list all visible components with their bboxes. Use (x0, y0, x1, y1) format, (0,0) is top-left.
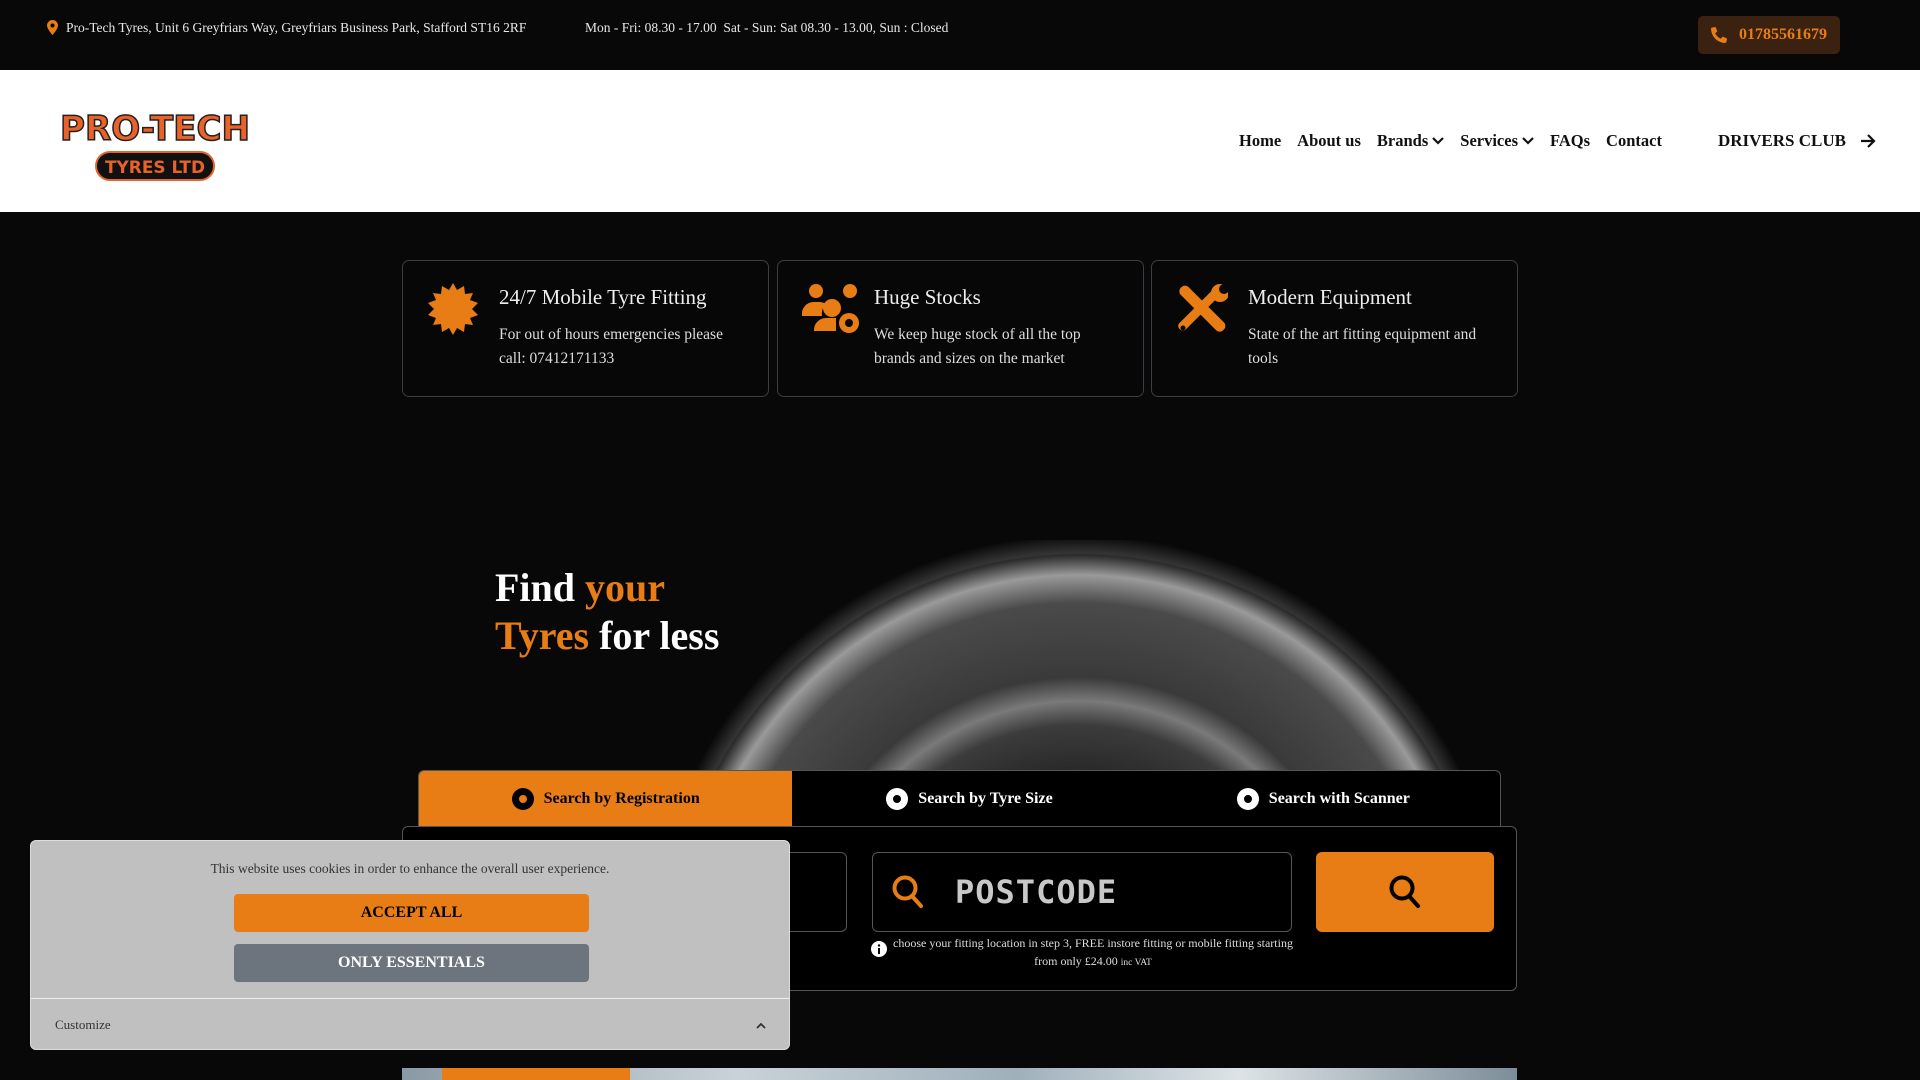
radio-selected-icon (511, 788, 534, 810)
svg-text:PRO-TECH: PRO-TECH (60, 109, 250, 149)
nav-about[interactable]: About us (1297, 131, 1361, 151)
drivers-club-link[interactable]: DRIVERS CLUB (1718, 131, 1876, 151)
search-icon (892, 875, 923, 908)
info-icon (871, 941, 887, 957)
feature-title: 24/7 Mobile Tyre Fitting (499, 285, 707, 309)
tools-icon (1178, 284, 1228, 332)
chevron-down-icon (1522, 137, 1534, 145)
tab-label: Search with Scanner (1268, 790, 1410, 807)
tab-tyre-size[interactable]: Search by Tyre Size (792, 771, 1146, 826)
company-logo[interactable]: PRO-TECH TYRES LTD (58, 106, 252, 182)
hero-word: for less (599, 613, 720, 658)
feature-title: Huge Stocks (874, 285, 981, 309)
top-bar: Pro-Tech Tyres, Unit 6 Greyfriars Way, G… (0, 0, 1920, 70)
feature-text: For out of hours emergencies please call… (499, 326, 723, 367)
badge-icon (428, 283, 478, 335)
nav-brands[interactable]: Brands (1376, 131, 1445, 151)
accept-all-button[interactable]: ACCEPT ALL (234, 894, 589, 932)
drivers-club-label: DRIVERS CLUB (1717, 131, 1846, 150)
hero-word-accent: Tyres (495, 613, 590, 658)
hero-word: Find (495, 565, 576, 610)
header: PRO-TECH TYRES LTD Home About us Brands … (0, 70, 1920, 212)
phone-number: 01785561679 (1739, 26, 1827, 43)
only-essentials-button[interactable]: ONLY ESSENTIALS (234, 944, 589, 982)
svg-text:TYRES LTD: TYRES LTD (105, 158, 205, 178)
hero-heading: Find your Tyres for less (495, 564, 719, 660)
nav-services[interactable]: Services (1460, 131, 1534, 151)
search-tabs: Search by Registration Search by Tyre Si… (418, 770, 1501, 826)
radio-icon (1236, 788, 1259, 810)
hero-word-accent: your (585, 565, 666, 610)
customize-toggle[interactable]: Customize (31, 998, 789, 1050)
tab-registration[interactable]: Search by Registration (419, 771, 793, 826)
nav-contact[interactable]: Contact (1606, 131, 1662, 151)
address-text: Pro-Tech Tyres, Unit 6 Greyfriars Way, G… (66, 20, 527, 35)
tab-scanner[interactable]: Search with Scanner (1147, 771, 1500, 826)
customize-label: Customize (55, 1016, 111, 1032)
radio-icon (886, 788, 909, 810)
cookie-banner: This website uses cookies in order to en… (30, 840, 790, 1050)
nav-brands-label: Brands (1376, 131, 1429, 150)
map-pin-icon (47, 20, 58, 35)
phone-icon (1711, 27, 1727, 43)
users-gear-icon (802, 284, 859, 333)
postcode-input[interactable] (955, 873, 1255, 911)
cookie-message: This website uses cookies in order to en… (210, 861, 610, 876)
search-button[interactable] (1316, 852, 1494, 932)
feature-card-huge-stocks: Huge Stocks We keep huge stock of all th… (777, 260, 1144, 397)
nav-home[interactable]: Home (1239, 131, 1281, 151)
chevron-down-icon (1432, 137, 1445, 145)
nav-services-label: Services (1460, 131, 1518, 150)
search-icon (1389, 875, 1420, 908)
feature-title: Modern Equipment (1248, 285, 1412, 309)
vat-note: inc VAT (1120, 958, 1152, 968)
fitting-note: choose your fitting location in step 3, … (888, 934, 1298, 972)
fitting-note-text: choose your fitting location in step 3, … (893, 936, 1293, 968)
feature-card-mobile-fitting: 24/7 Mobile Tyre Fitting For out of hour… (402, 260, 769, 397)
arrow-right-icon (1860, 134, 1876, 148)
postcode-field[interactable] (872, 852, 1292, 932)
phone-button[interactable]: 01785561679 (1698, 16, 1840, 54)
nav-faqs[interactable]: FAQs (1550, 131, 1590, 151)
feature-text: We keep huge stock of all the top brands… (874, 326, 1081, 367)
opening-hours: Mon - Fri: 08.30 - 17.00 Sat - Sun: Sat … (585, 20, 949, 35)
feature-text: State of the art fitting equipment and t… (1248, 326, 1477, 367)
chevron-up-icon (756, 1022, 766, 1029)
tab-label: Search by Tyre Size (918, 790, 1053, 807)
banner-image (402, 1068, 1517, 1080)
main-nav: Home About us Brands Services FAQs Conta… (1239, 70, 1920, 212)
tab-label: Search by Registration (543, 790, 700, 807)
feature-card-modern-equipment: Modern Equipment State of the art fittin… (1151, 260, 1518, 397)
